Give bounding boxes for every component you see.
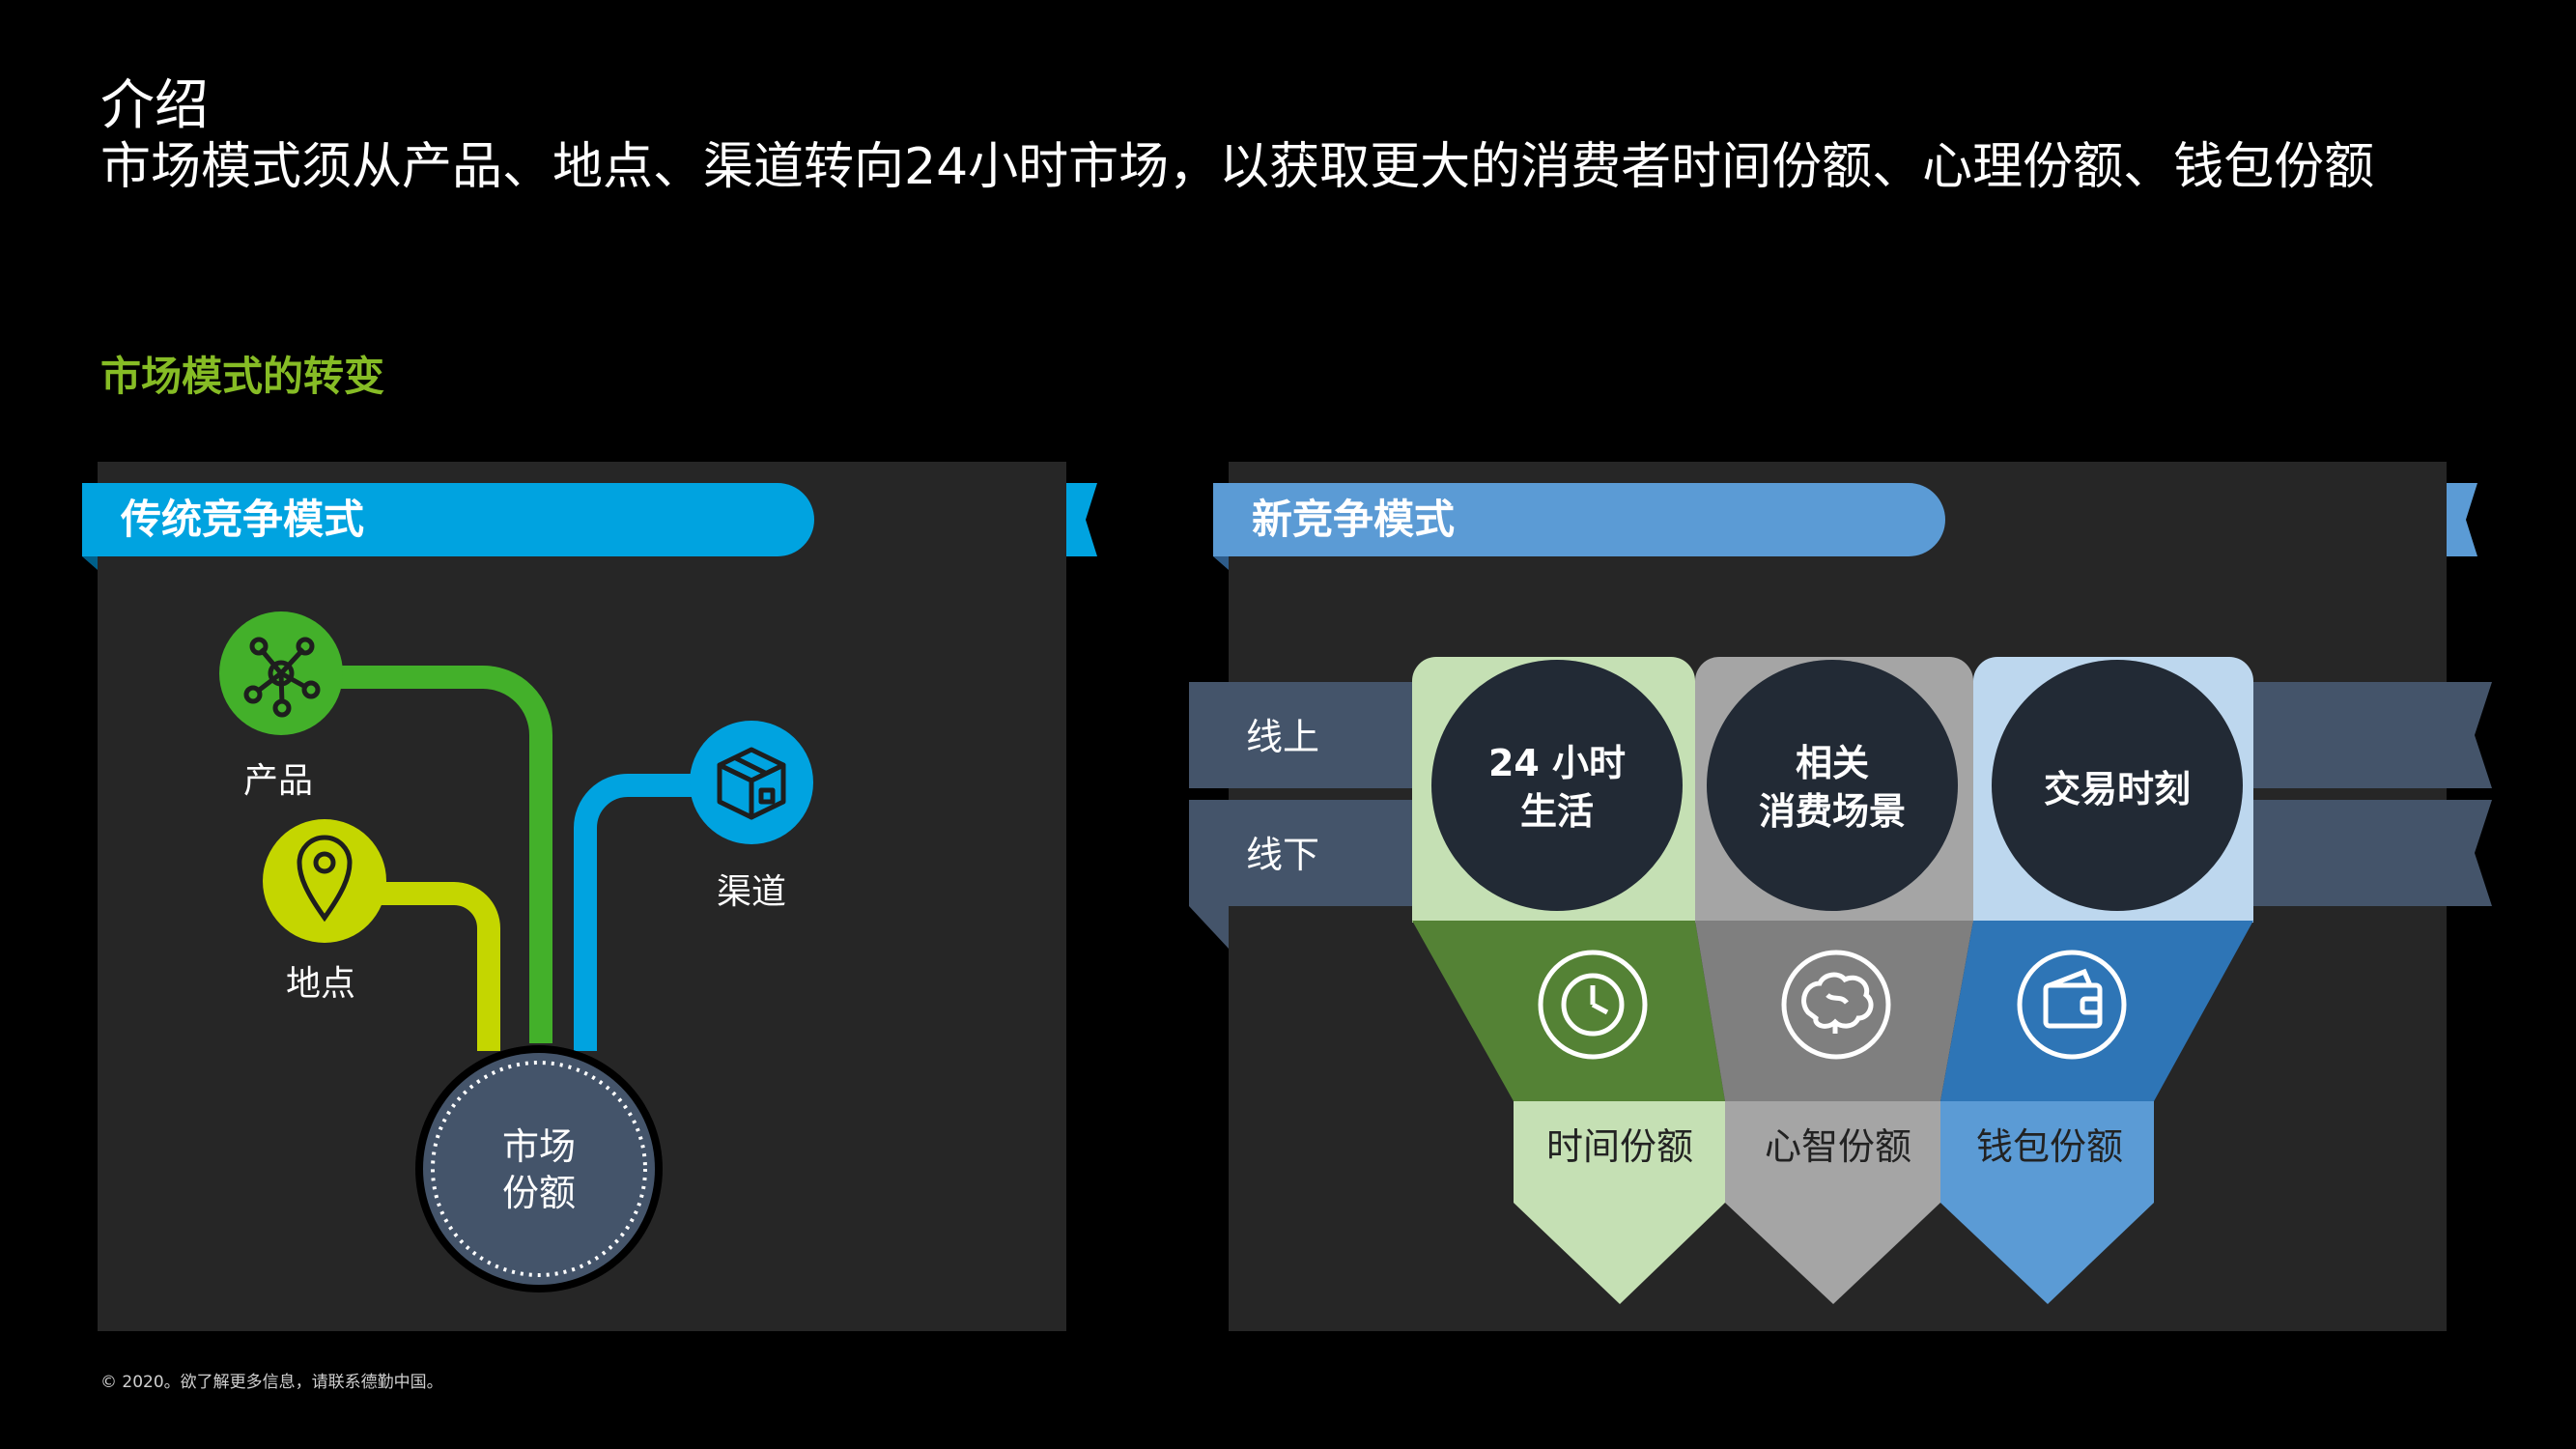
channel-label: 渠道 [717, 872, 786, 912]
traditional-banner-label: 传统竞争模式 [120, 496, 364, 543]
wallet-share-label: 钱包份额 [1976, 1125, 2123, 1168]
new-model-banner-label: 新竞争模式 [1252, 496, 1455, 543]
place-label: 地点 [286, 964, 355, 1004]
market-share-line2: 份额 [502, 1172, 576, 1214]
mind-circle-line2: 消费场景 [1759, 790, 1906, 833]
time-circle-line2: 生活 [1520, 790, 1594, 833]
market-model-diagram: 传统竞争模式 产品 地点 渠道 市场 份额 新竞争模式 线上 线下 24 小时 … [82, 462, 2492, 1331]
time-circle-line1: 24 小时 [1488, 742, 1626, 784]
time-share-label: 时间份额 [1546, 1125, 1693, 1168]
product-label: 产品 [243, 761, 313, 801]
footer-copyright: © 2020。欲了解更多信息，请联系德勤中国。 [100, 1373, 443, 1392]
wallet-circle-line1: 交易时刻 [2044, 768, 2191, 810]
column-mind: 相关 消费场景 心智份额 [1695, 657, 1973, 1304]
market-share-line1: 市场 [502, 1125, 576, 1168]
mind-circle-line1: 相关 [1796, 742, 1869, 784]
row-offline-label: 线下 [1246, 834, 1319, 876]
row-online-label: 线上 [1246, 716, 1319, 758]
mind-share-label: 心智份额 [1765, 1125, 1911, 1168]
market-share-node: 市场 份额 [415, 1045, 663, 1293]
